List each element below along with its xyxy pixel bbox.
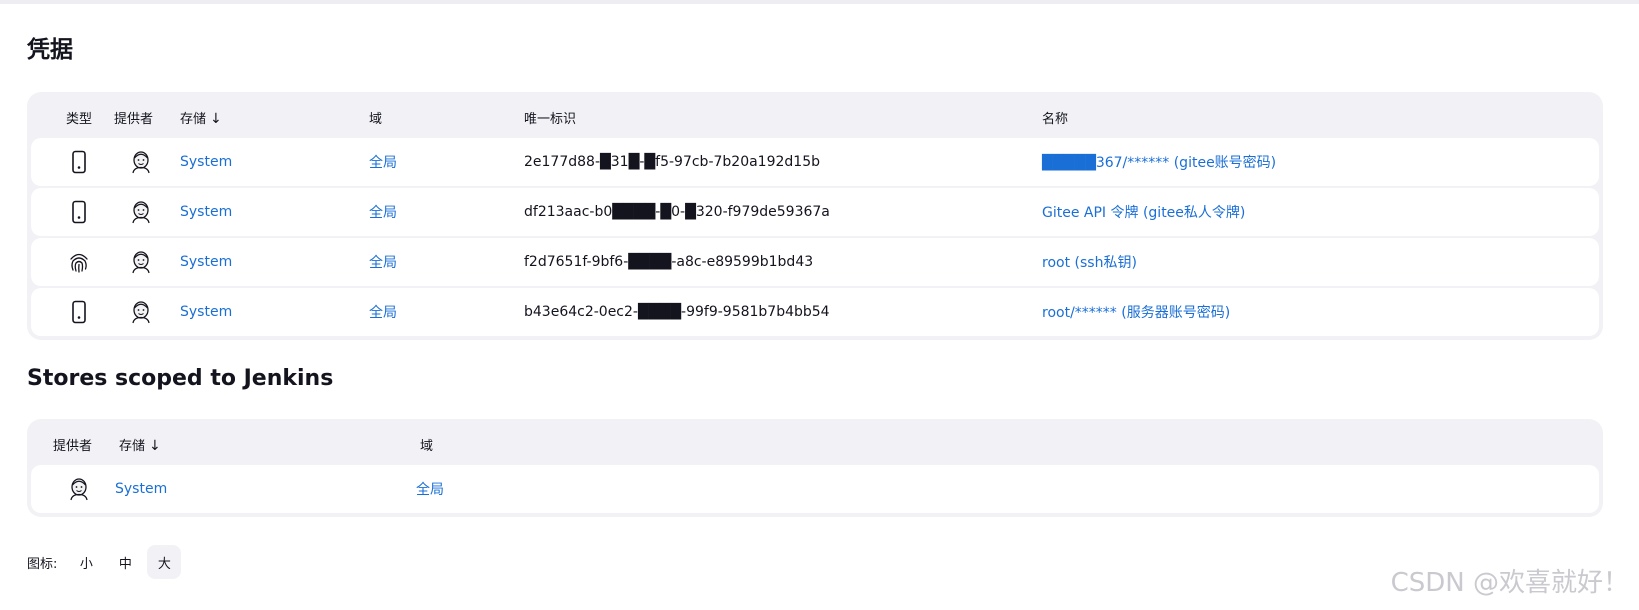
- icon-size-large-button[interactable]: 大: [147, 545, 182, 579]
- credentials-table-header: 类型 提供者 存储 ↓ 域 唯一标识 名称: [31, 92, 1599, 138]
- sort-down-icon: ↓: [210, 111, 222, 127]
- header-name[interactable]: 名称: [1042, 108, 1068, 127]
- icon-size-medium-button[interactable]: 中: [108, 545, 142, 579]
- store-link[interactable]: System: [180, 304, 232, 320]
- table-row: System 全局 b43e64c2-0ec2-████-99f9-9581b7…: [31, 288, 1599, 336]
- phone-icon: [66, 299, 92, 325]
- credential-id: df213aac-b0████-█0-█320-f979de59367a: [524, 204, 830, 220]
- top-bar: [0, 0, 1639, 4]
- jenkins-icon: [128, 299, 154, 325]
- domain-link[interactable]: 全局: [369, 252, 397, 272]
- jenkins-icon: [66, 476, 92, 502]
- header-domain[interactable]: 域: [369, 108, 382, 127]
- domain-link[interactable]: 全局: [369, 152, 397, 172]
- jenkins-icon: [128, 199, 154, 225]
- jenkins-icon: [128, 249, 154, 275]
- credential-name-link[interactable]: █████367/****** (gitee账号密码): [1042, 152, 1276, 172]
- stores-table: 提供者 存储 ↓ 域 System 全局: [27, 419, 1603, 517]
- jenkins-icon: [128, 149, 154, 175]
- header-store[interactable]: 存储 ↓: [180, 108, 222, 127]
- table-row: System 全局 f2d7651f-9bf6-████-a8c-e89599b…: [31, 238, 1599, 286]
- credential-id: 2e177d88-█31█-█f5-97cb-7b20a192d15b: [524, 154, 820, 170]
- credential-name-link[interactable]: root/****** (服务器账号密码): [1042, 302, 1230, 322]
- credential-name-link[interactable]: root (ssh私钥): [1042, 252, 1137, 272]
- store-link[interactable]: System: [180, 204, 232, 220]
- header-store[interactable]: 存储 ↓: [119, 435, 161, 454]
- store-link[interactable]: System: [180, 154, 232, 170]
- icon-size-selector: 图标: 小 中 大: [27, 544, 186, 580]
- section-title: Stores scoped to Jenkins: [27, 366, 334, 391]
- credential-name-link[interactable]: Gitee API 令牌 (gitee私人令牌): [1042, 202, 1245, 222]
- domain-link[interactable]: 全局: [416, 479, 444, 499]
- domain-link[interactable]: 全局: [369, 302, 397, 322]
- phone-icon: [66, 199, 92, 225]
- header-type[interactable]: 类型: [66, 108, 92, 127]
- page-title: 凭据: [27, 37, 73, 63]
- icon-size-label: 图标:: [27, 556, 58, 572]
- store-link[interactable]: System: [115, 481, 167, 497]
- store-link[interactable]: System: [180, 254, 232, 270]
- header-provider[interactable]: 提供者: [114, 108, 153, 127]
- fingerprint-icon: [66, 249, 92, 275]
- phone-icon: [66, 149, 92, 175]
- watermark: CSDN @欢喜就好！: [1390, 568, 1629, 598]
- sort-down-icon: ↓: [149, 438, 161, 454]
- header-store-label: 存储: [119, 439, 146, 454]
- credential-id: b43e64c2-0ec2-████-99f9-9581b7b4bb54: [524, 304, 830, 320]
- header-store-label: 存储: [180, 112, 207, 127]
- header-id[interactable]: 唯一标识: [524, 108, 576, 127]
- table-row: System 全局: [31, 465, 1599, 513]
- header-domain[interactable]: 域: [420, 435, 433, 454]
- credential-id: f2d7651f-9bf6-████-a8c-e89599b1bd43: [524, 254, 814, 270]
- icon-size-small-button[interactable]: 小: [69, 545, 103, 579]
- table-row: System 全局 df213aac-b0████-█0-█320-f979de…: [31, 188, 1599, 236]
- credentials-table: 类型 提供者 存储 ↓ 域 唯一标识 名称 System 全局 2e177d88-…: [27, 92, 1603, 340]
- stores-table-header: 提供者 存储 ↓ 域: [31, 419, 1599, 465]
- table-row: System 全局 2e177d88-█31█-█f5-97cb-7b20a19…: [31, 138, 1599, 186]
- header-provider[interactable]: 提供者: [53, 435, 92, 454]
- domain-link[interactable]: 全局: [369, 202, 397, 222]
